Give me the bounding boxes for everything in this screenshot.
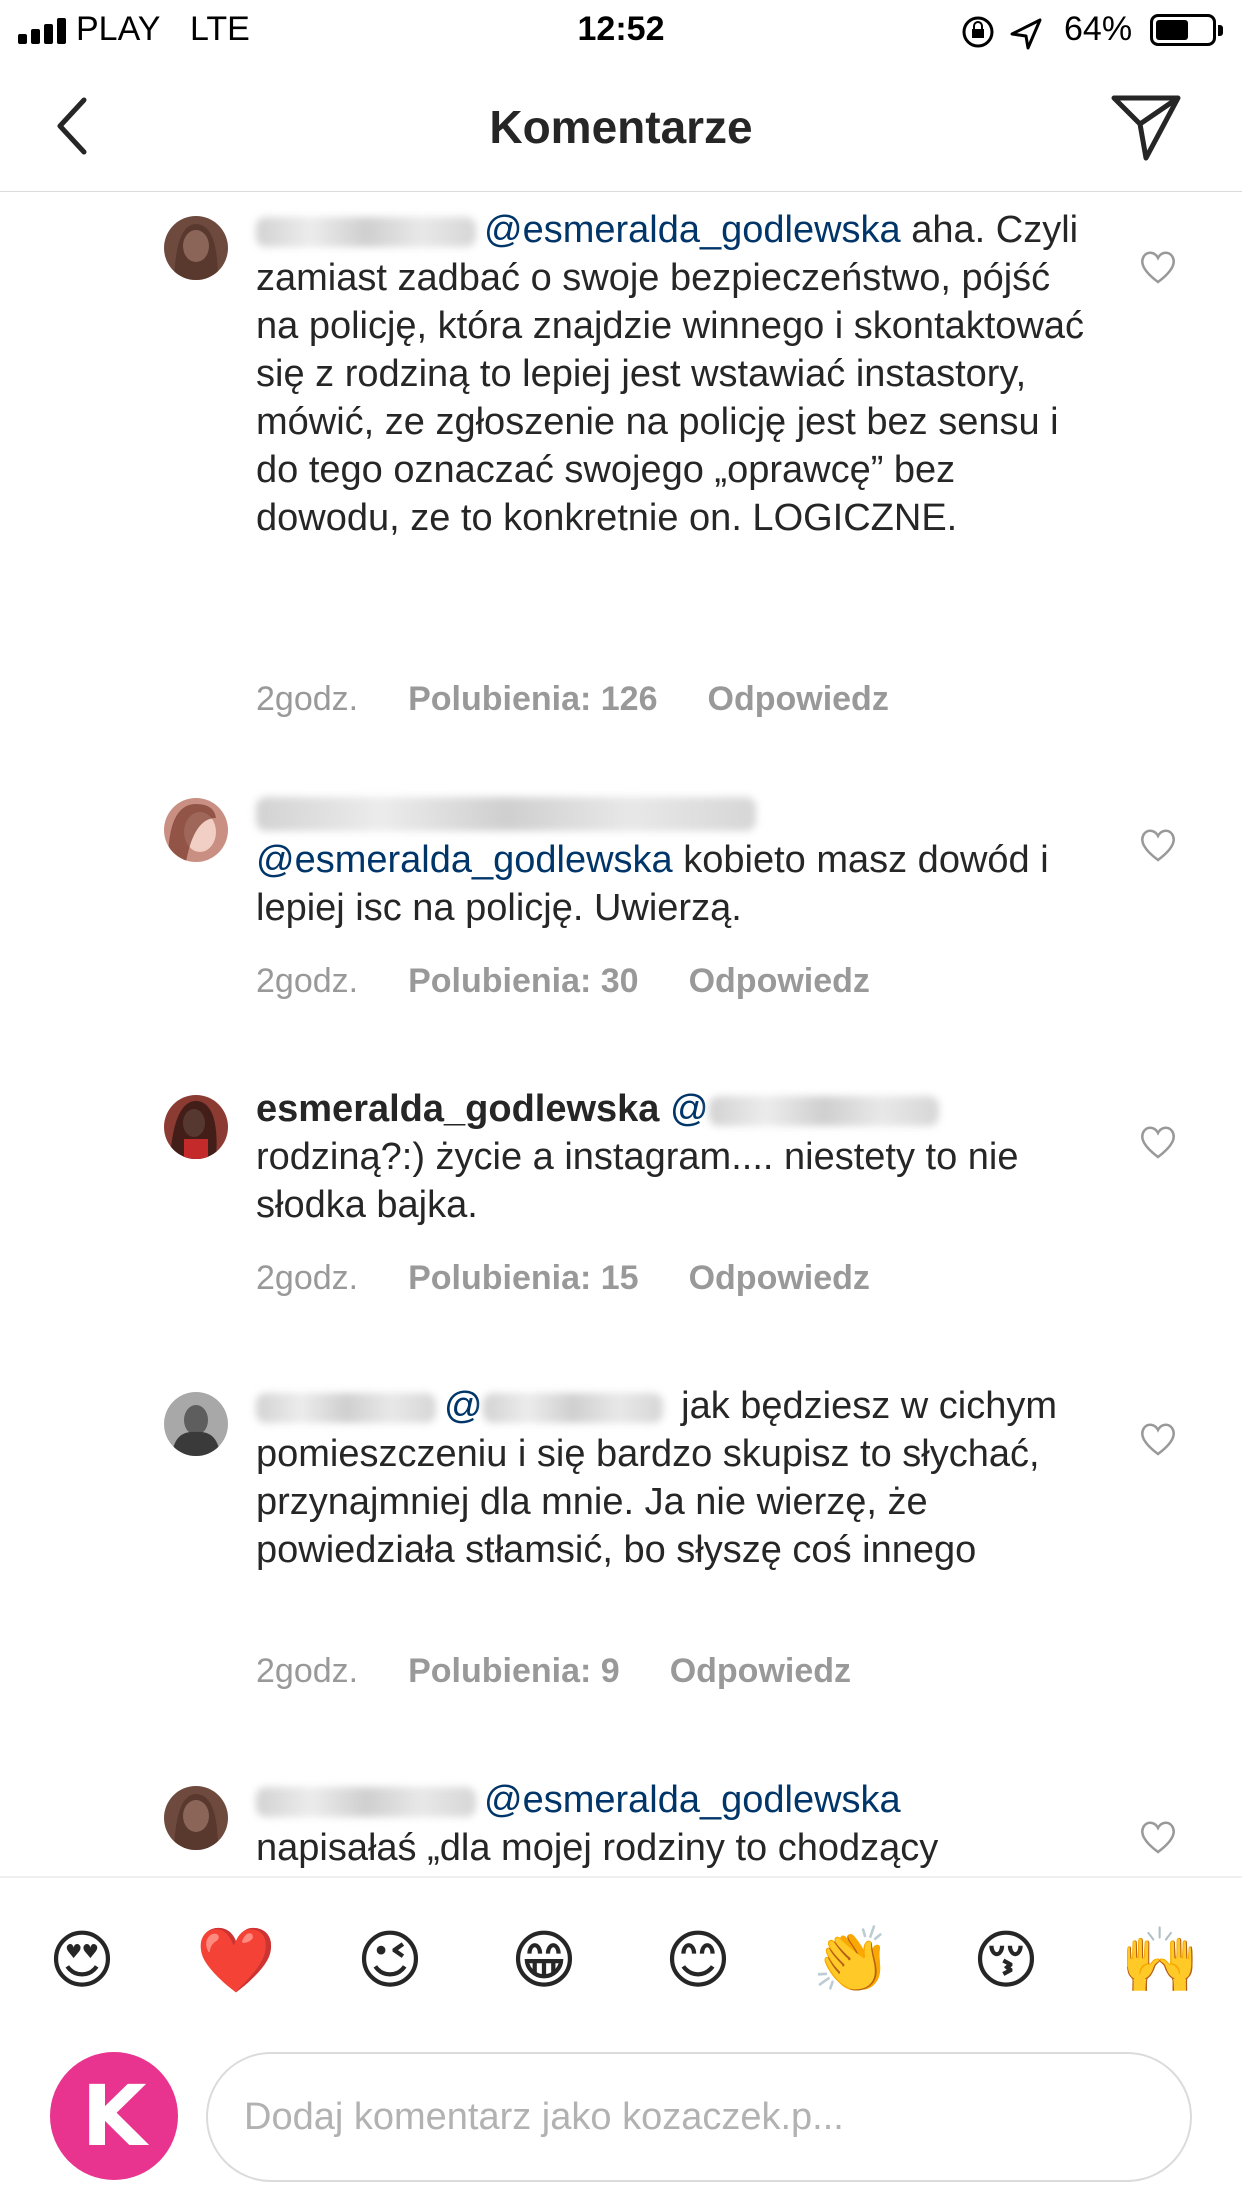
heart-icon[interactable] — [1138, 1123, 1178, 1161]
blurred-username — [256, 796, 756, 831]
comment-text: @esmeralda_godlewska kobieto masz dowód … — [256, 788, 1086, 932]
blurred-mention — [708, 1095, 939, 1126]
status-bar: PLAY LTE 12:52 64% — [0, 0, 1242, 64]
kissing-emoji-button[interactable]: 😚 — [966, 1920, 1046, 2000]
avatar[interactable] — [164, 798, 228, 862]
heart-eyes-emoji-button[interactable]: 😍 — [42, 1920, 122, 2000]
heart-icon[interactable] — [1138, 826, 1178, 864]
avatar[interactable] — [164, 1095, 228, 1159]
mention-link[interactable]: @ — [670, 1088, 709, 1130]
mention-link[interactable]: @esmeralda_godlewska — [484, 1779, 901, 1821]
reply-button[interactable]: Odpowiedz — [708, 680, 889, 718]
comment-meta: 2godz. Polubienia: 30 Odpowiedz — [256, 962, 920, 1001]
likes-count[interactable]: Polubienia: 15 — [408, 1259, 639, 1297]
avatar[interactable] — [164, 1786, 228, 1850]
avatar[interactable] — [164, 216, 228, 280]
heart-icon[interactable] — [1138, 1818, 1178, 1856]
raising-hands-emoji-button[interactable]: 🙌 — [1120, 1920, 1200, 2000]
comment-meta: 2godz. Polubienia: 15 Odpowiedz — [256, 1259, 920, 1298]
comment-body: napisałaś „dla mojej rodziny to chodzący — [256, 1827, 939, 1869]
comment-time: 2godz. — [256, 1259, 359, 1297]
comment-meta: 2godz. Polubienia: 9 Odpowiedz — [256, 1652, 901, 1691]
emoji-quick-bar: 😍 ❤️ 😉 😁 😊 👏 😚 🙌 — [0, 1920, 1242, 2020]
heart-icon[interactable] — [1138, 1420, 1178, 1458]
heart-icon[interactable] — [1138, 248, 1178, 286]
blurred-mention — [482, 1392, 663, 1423]
comment-text: @esmeralda_godlewska aha. Czyli zamiast … — [256, 206, 1086, 542]
page-title: Komentarze — [489, 101, 753, 153]
clapping-hands-emoji-button[interactable]: 👏 — [812, 1920, 892, 2000]
reply-button[interactable]: Odpowiedz — [689, 962, 870, 1000]
likes-count[interactable]: Polubienia: 9 — [408, 1652, 620, 1690]
battery-percent: 64% — [1064, 10, 1133, 48]
comment-body: rodziną?:) życie a instagram.... niestet… — [256, 1136, 1019, 1226]
reply-button[interactable]: Odpowiedz — [689, 1259, 870, 1297]
paper-plane-icon[interactable] — [1108, 88, 1184, 164]
winking-emoji-button[interactable]: 😉 — [350, 1920, 430, 2000]
mention-link[interactable]: @esmeralda_godlewska — [256, 839, 673, 881]
rotation-lock-location-icons — [962, 16, 1042, 50]
comment-username[interactable]: esmeralda_godlewska — [256, 1088, 659, 1130]
reply-button[interactable]: Odpowiedz — [670, 1652, 851, 1690]
comment-body: aha. Czyli zamiast zadbać o swoje bezpie… — [256, 209, 1085, 539]
mention-link[interactable]: @ — [444, 1385, 483, 1427]
clock: 12:52 — [577, 10, 665, 48]
blurred-username — [256, 216, 476, 247]
likes-count[interactable]: Polubienia: 30 — [408, 962, 639, 1000]
comment-input[interactable] — [206, 2052, 1192, 2182]
comment-text: @ jak będziesz w cichym pomieszczeniu i … — [256, 1382, 1086, 1574]
blurred-username — [256, 1392, 436, 1423]
comment-time: 2godz. — [256, 1652, 359, 1690]
avatar-letter: K — [81, 2067, 147, 2165]
comments-list[interactable]: @esmeralda_godlewska aha. Czyli zamiast … — [0, 192, 1242, 1876]
comment-time: 2godz. — [256, 962, 359, 1000]
avatar[interactable] — [164, 1392, 228, 1456]
comment-text: @esmeralda_godlewska napisałaś „dla mojej… — [256, 1776, 1086, 1872]
current-user-avatar: K — [50, 2052, 178, 2180]
grinning-emoji-button[interactable]: 😁 — [504, 1920, 584, 2000]
mention-link[interactable]: @esmeralda_godlewska — [484, 209, 901, 251]
comment-text: esmeralda_godlewska @ rodziną?:) życie a … — [256, 1085, 1086, 1229]
likes-count[interactable]: Polubienia: 126 — [408, 680, 657, 718]
comment-time: 2godz. — [256, 680, 359, 718]
blurred-username — [256, 1786, 476, 1817]
nav-bar: Komentarze — [0, 64, 1242, 192]
comment-meta: 2godz. Polubienia: 126 Odpowiedz — [256, 680, 939, 719]
smiling-emoji-button[interactable]: 😊 — [658, 1920, 738, 2000]
battery-icon — [1150, 14, 1223, 46]
divider — [0, 1876, 1242, 1878]
red-heart-emoji-button[interactable]: ❤️ — [196, 1920, 276, 2000]
